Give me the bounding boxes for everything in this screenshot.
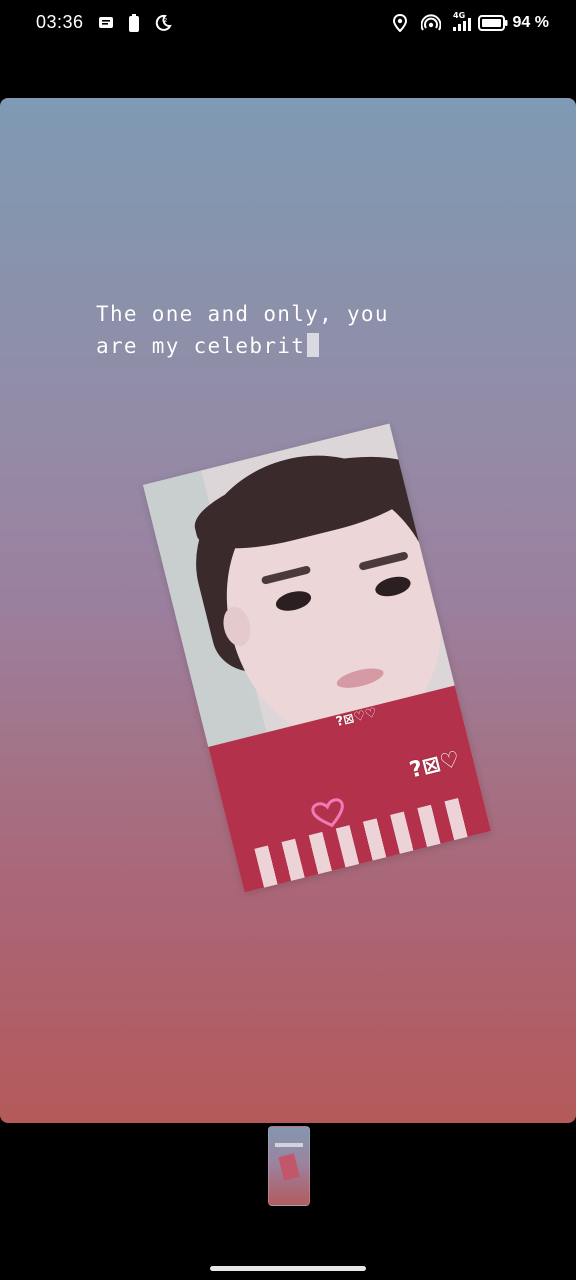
- moon-icon: z: [154, 14, 172, 32]
- story-text-line1: The one and only, you: [96, 302, 389, 326]
- screen: 03:36 z 4G 94 % The one and only, you ar…: [0, 0, 576, 1280]
- text-caret: [307, 333, 320, 357]
- location-icon: [392, 14, 408, 32]
- thumbnail-text: [275, 1143, 303, 1147]
- story-text-line2: are my celebrit: [96, 334, 306, 358]
- message-icon: [98, 14, 114, 32]
- story-canvas[interactable]: The one and only, you are my celebrit ?⊠…: [0, 98, 576, 1123]
- battery-icon: [478, 14, 508, 32]
- battery-small-icon: [129, 14, 139, 32]
- story-thumbnail[interactable]: [268, 1126, 310, 1206]
- photo-sticker[interactable]: ?⊠♡♡ ?⊠♡: [142, 423, 492, 893]
- home-indicator[interactable]: [210, 1266, 366, 1271]
- story-text[interactable]: The one and only, you are my celebrit: [96, 298, 476, 362]
- signal-icon: 4G: [450, 10, 474, 34]
- svg-text:z: z: [164, 17, 167, 24]
- hotspot-icon: [421, 14, 441, 32]
- svg-text:4G: 4G: [453, 11, 465, 20]
- battery-percent: 94 %: [512, 14, 549, 31]
- status-time: 03:36: [36, 12, 84, 32]
- thumbnail-photo: [278, 1153, 300, 1181]
- status-bar: 03:36 z 4G 94 %: [0, 0, 576, 48]
